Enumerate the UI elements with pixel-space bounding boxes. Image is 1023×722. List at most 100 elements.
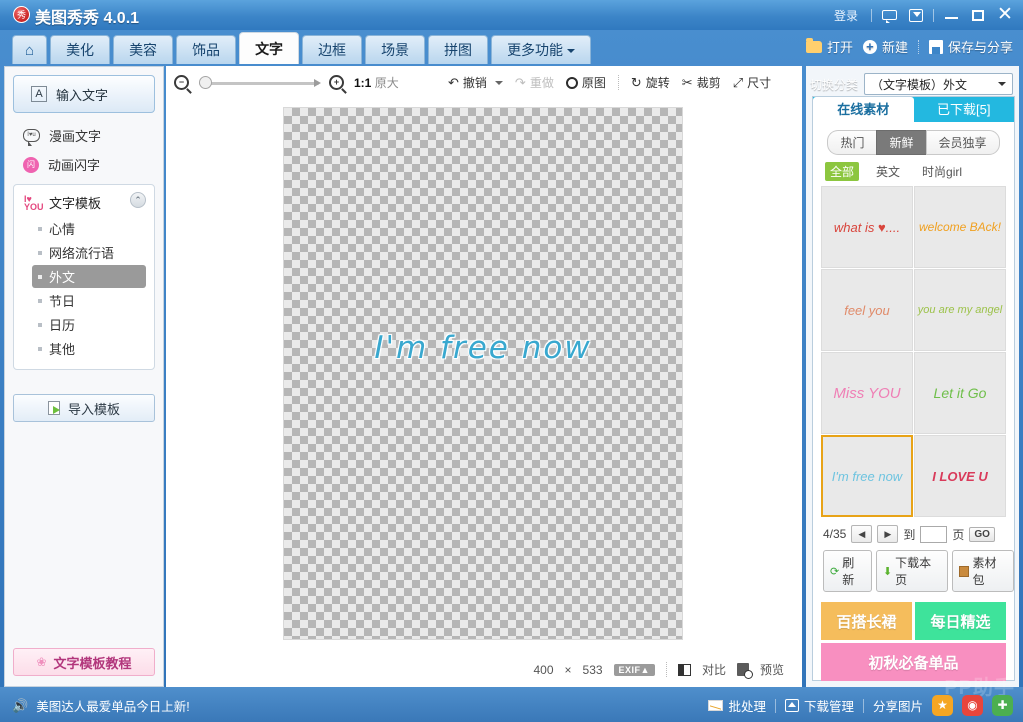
message-icon[interactable] [879, 6, 899, 24]
undo-button[interactable]: ↶撤销 [448, 74, 503, 91]
ad-banner-dress[interactable]: 百搭长裙 [821, 602, 912, 640]
tab-frame[interactable]: 边框 [302, 35, 362, 64]
template-thumbnail[interactable]: welcome BAck! [914, 186, 1006, 268]
tab-more[interactable]: 更多功能 [491, 35, 591, 64]
template-item-foreign[interactable]: 外文 [32, 265, 146, 288]
filter-group: 热门 新鲜 会员独享 [813, 130, 1014, 155]
original-button[interactable]: 原图 [566, 74, 606, 91]
template-item-calendar[interactable]: 日历 [32, 313, 146, 336]
template-thumbnail[interactable]: what is ♥.... [821, 186, 913, 268]
collapse-icon[interactable]: ⌃ [130, 192, 146, 208]
chevron-down-icon[interactable] [495, 81, 503, 85]
folder-icon [806, 41, 822, 53]
compare-label[interactable]: 对比 [702, 661, 726, 678]
tutorial-button[interactable]: ❀ 文字模板教程 [13, 648, 155, 676]
crop-button[interactable]: ✂裁剪 [682, 74, 721, 91]
preview-label[interactable]: 预览 [760, 661, 784, 678]
app-logo-icon: 秀 [13, 6, 30, 23]
thumbnail-text: you are my angel [918, 304, 1002, 316]
tab-downloaded[interactable]: 已下载[5] [914, 97, 1015, 122]
prev-page-button[interactable]: ◀ [851, 525, 872, 543]
ad-banner-daily[interactable]: 每日精选 [915, 602, 1006, 640]
import-template-button[interactable]: 导入模板 [13, 394, 155, 422]
tab-scene[interactable]: 场景 [365, 35, 425, 64]
close-button[interactable]: ✕ [995, 6, 1015, 24]
sidebar-item-comic-text[interactable]: I♥u 漫画文字 [5, 121, 163, 150]
batch-process-button[interactable]: 批处理 [708, 696, 766, 715]
save-icon [929, 40, 943, 54]
social-icon-wechat[interactable]: ✚ [992, 695, 1013, 716]
maximize-button[interactable] [968, 6, 988, 24]
template-item-internet-slang[interactable]: 网络流行语 [32, 241, 146, 264]
tab-list: ⌂ 美化 美容 饰品 文字 边框 场景 拼图 更多功能 [12, 32, 591, 64]
tab-text[interactable]: 文字 [239, 32, 299, 64]
filter-hot[interactable]: 热门 [827, 130, 876, 155]
subfilter-all[interactable]: 全部 [825, 162, 859, 181]
login-button[interactable]: 登录 [828, 7, 864, 24]
share-image-button[interactable]: 分享图片 [873, 696, 923, 715]
exif-badge[interactable]: EXIF▲ [614, 664, 655, 676]
notice-text[interactable]: 美图达人最爱单品今日上新! [36, 696, 189, 715]
open-button[interactable]: 打开 [806, 37, 853, 56]
go-button[interactable]: GO [969, 527, 995, 542]
slider-handle[interactable] [199, 76, 212, 89]
next-page-button[interactable]: ▶ [877, 525, 898, 543]
tab-more-label: 更多功能 [507, 42, 563, 58]
filter-vip[interactable]: 会员独享 [926, 130, 1000, 155]
template-thumbnail[interactable]: you are my angel [914, 269, 1006, 351]
minimize-button[interactable] [941, 6, 961, 24]
tab-decoration[interactable]: 饰品 [176, 35, 236, 64]
file-actions: 打开 +新建 保存与分享 [806, 37, 1013, 56]
zoom-ratio: 1:1 [354, 76, 371, 90]
sidebar-item-anim-text[interactable]: 闪 动画闪字 [5, 150, 163, 179]
template-thumbnail-selected[interactable]: I'm free now [821, 435, 913, 517]
tab-online-material[interactable]: 在线素材 [813, 97, 914, 122]
download-manager-button[interactable]: 下载管理 [785, 696, 854, 715]
image-canvas[interactable]: I'm free now [283, 107, 683, 640]
status-info: 400 × 533 EXIF▲ 对比 预览 [533, 661, 784, 678]
text-template-group: I♥YOU 文字模板 ⌃ 心情 网络流行语 外文 节日 日历 其他 [13, 184, 155, 370]
template-thumbnail[interactable]: feel you [821, 269, 913, 351]
template-item-other[interactable]: 其他 [32, 337, 146, 360]
zoom-slider[interactable] [199, 76, 319, 90]
thumbnail-text: I LOVE U [932, 469, 988, 484]
refresh-icon: ⟳ [830, 565, 839, 578]
notify-icon[interactable] [906, 6, 926, 24]
zoom-out-icon[interactable]: − [174, 75, 189, 90]
material-pack-button[interactable]: 素材包 [952, 550, 1014, 592]
sidebar-item-input-text[interactable]: A 输入文字 [13, 75, 155, 113]
template-thumbnail[interactable]: Miss YOU [821, 352, 913, 434]
page-input[interactable] [920, 526, 947, 543]
save-share-button[interactable]: 保存与分享 [929, 37, 1013, 56]
refresh-button[interactable]: ⟳刷新 [823, 550, 872, 592]
rotate-button[interactable]: ↻旋转 [631, 74, 670, 91]
canvas-text-layer[interactable]: I'm free now [284, 330, 682, 366]
subfilter-english[interactable]: 英文 [871, 162, 905, 181]
tab-home[interactable]: ⌂ [12, 35, 47, 64]
text-template-header[interactable]: I♥YOU 文字模板 ⌃ [14, 191, 154, 216]
application-window: 秀 美图秀秀 4.0.1 登录 ✕ ⌂ 美化 美容 饰品 文字 边框 场景 拼图… [0, 0, 1023, 722]
filter-new[interactable]: 新鲜 [876, 130, 925, 155]
tab-retouch[interactable]: 美容 [113, 35, 173, 64]
tab-collage[interactable]: 拼图 [428, 35, 488, 64]
subfilter-fashion-girl[interactable]: 时尚girl [917, 162, 967, 181]
social-icon-star[interactable]: ★ [932, 695, 953, 716]
zoom-level-label[interactable]: 1:1 原大 [354, 74, 399, 91]
template-thumbnail[interactable]: Let it Go [914, 352, 1006, 434]
category-label: 切换分类 [810, 76, 858, 93]
title-bar: 秀 美图秀秀 4.0.1 登录 ✕ [0, 0, 1023, 30]
template-item-mood[interactable]: 心情 [32, 217, 146, 240]
zoom-in-icon[interactable]: + [329, 75, 344, 90]
size-button[interactable]: ⤢尺寸 [733, 74, 771, 91]
redo-button[interactable]: ↷重做 [515, 74, 554, 91]
category-select[interactable]: （文字模板）外文 [864, 73, 1013, 95]
download-page-button[interactable]: ⬇下载本页 [876, 550, 948, 592]
social-icon-weibo[interactable]: ◉ [962, 695, 983, 716]
resize-icon: ⤢ [733, 76, 743, 89]
new-button[interactable]: +新建 [863, 37, 908, 56]
tab-beautify[interactable]: 美化 [50, 35, 110, 64]
template-item-holiday[interactable]: 节日 [32, 289, 146, 312]
template-thumbnail[interactable]: I LOVE U [914, 435, 1006, 517]
open-label: 打开 [827, 37, 853, 56]
ad-banner-autumn[interactable]: 初秋必备单品 [821, 643, 1006, 681]
